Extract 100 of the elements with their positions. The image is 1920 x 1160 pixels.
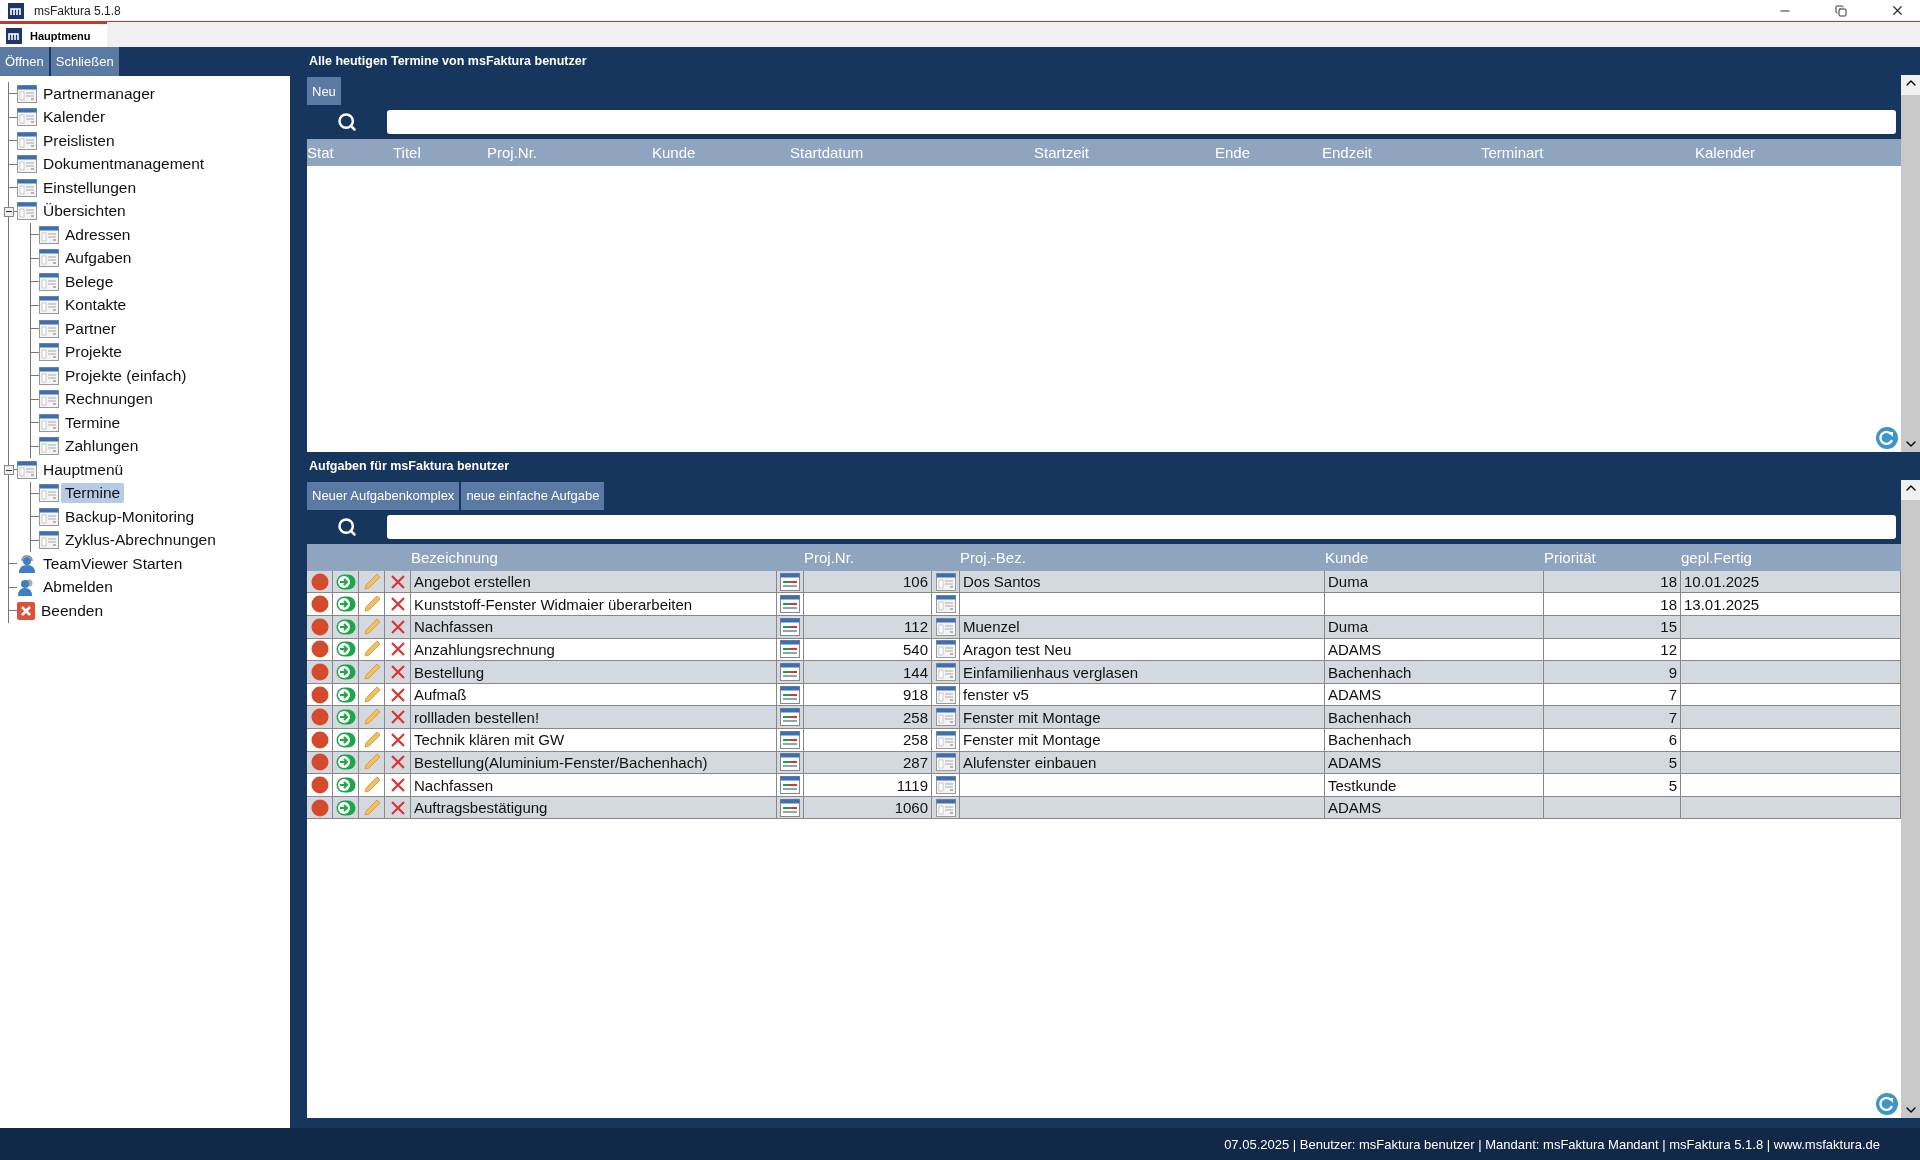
project-icon	[935, 572, 956, 591]
table-row[interactable]: Anzahlungsrechnung 540 Aragon test Neu ADAMS 12	[307, 638, 1901, 662]
table-cell: Bachenhach	[1325, 661, 1544, 683]
collapse-toggle[interactable]	[4, 465, 14, 475]
toolbar-button[interactable]: Neuer Aufgabenkomplex	[307, 481, 460, 510]
planner-icon[interactable]	[780, 776, 800, 795]
table-row[interactable]: rollladen bestellen! 258 Fenster mit Montage Bachenhach 7	[307, 706, 1901, 730]
tree-item[interactable]: Termine	[61, 412, 125, 433]
tree-item[interactable]: Kontakte	[61, 295, 131, 316]
arrow-right-icon[interactable]	[335, 664, 356, 681]
table-cell: 9	[1544, 661, 1681, 683]
table-cell: 15	[1544, 616, 1681, 638]
new-button[interactable]: Neu	[307, 77, 341, 105]
search-field[interactable]	[387, 110, 1896, 134]
scrollbar[interactable]	[1901, 75, 1920, 452]
scrollbar[interactable]	[1901, 479, 1920, 1118]
arrow-right-icon[interactable]	[335, 731, 356, 748]
status-dot-icon	[310, 572, 329, 591]
planner-icon[interactable]	[780, 753, 800, 772]
project-icon	[935, 640, 956, 659]
search-icon[interactable]	[337, 516, 357, 537]
arrow-right-icon[interactable]	[335, 799, 356, 816]
tree-item[interactable]: Adressen	[61, 224, 135, 245]
tree-item[interactable]: Dokumentmanagement	[39, 154, 209, 175]
arrow-right-icon[interactable]	[335, 641, 356, 658]
table-cell: ADAMS	[1325, 751, 1544, 774]
restore-icon[interactable]	[1835, 4, 1847, 17]
tree-item[interactable]: Projekte	[61, 342, 126, 363]
arrow-right-icon[interactable]	[335, 596, 356, 613]
arrow-right-icon[interactable]	[335, 618, 356, 635]
tree-item[interactable]: Übersichten	[39, 201, 130, 222]
table-row[interactable]: Bestellung(Aluminium-Fenster/Bachenhach) 287 Alufenster einbauen ADAMS 5	[307, 751, 1901, 775]
arrow-right-icon[interactable]	[335, 686, 356, 703]
arrow-right-icon[interactable]	[335, 573, 356, 590]
planner-icon[interactable]	[780, 617, 800, 636]
table-row[interactable]: Kunststoff-Fenster Widmaier überarbeiten 18 13.01.2025	[307, 593, 1901, 617]
search-field[interactable]	[387, 514, 1896, 539]
tree-item[interactable]: Backup-Monitoring	[61, 506, 199, 527]
toolbar-button[interactable]: Öffnen	[0, 47, 49, 76]
delete-icon[interactable]	[389, 799, 406, 816]
table-row[interactable]: Technik klären mit GW 258 Fenster mit Montage Bachenhach 6	[307, 729, 1901, 752]
delete-icon[interactable]	[389, 754, 406, 771]
tree-item[interactable]: Rechnungen	[61, 389, 157, 410]
table-cell: Nachfassen	[411, 774, 777, 796]
tree-item[interactable]: Partner	[61, 318, 120, 339]
arrow-right-icon[interactable]	[335, 754, 356, 771]
table-cell: 18	[1544, 593, 1681, 616]
planner-icon[interactable]	[780, 685, 800, 704]
tree-item[interactable]: Partnermanager	[39, 83, 159, 104]
table-row[interactable]: Aufmaß 918 fenster v5 ADAMS 7	[307, 683, 1901, 707]
planner-icon[interactable]	[780, 640, 800, 659]
table-cell: ADAMS	[1325, 638, 1544, 661]
delete-icon[interactable]	[389, 686, 406, 703]
tree-item[interactable]: Preislisten	[39, 130, 119, 151]
project-icon	[935, 685, 956, 704]
tree-item[interactable]: Abmelden	[39, 577, 117, 598]
planner-icon[interactable]	[780, 798, 800, 817]
toolbar-button[interactable]: neue einfache Aufgabe	[461, 481, 605, 510]
delete-icon[interactable]	[389, 731, 406, 748]
planner-icon[interactable]	[780, 595, 800, 614]
tree-item[interactable]: Kalender	[39, 107, 110, 128]
tree-item[interactable]: Projekte (einfach)	[61, 365, 191, 386]
tree-item[interactable]: Zahlungen	[61, 436, 143, 457]
delete-icon[interactable]	[389, 709, 406, 726]
table-cell: 12	[1544, 638, 1681, 661]
collapse-toggle[interactable]	[4, 206, 14, 217]
table-cell: rollladen bestellen!	[411, 706, 777, 729]
delete-icon[interactable]	[389, 618, 406, 635]
toolbar-button[interactable]: Schließen	[50, 47, 119, 76]
arrow-right-icon[interactable]	[335, 777, 356, 794]
tree-item[interactable]: Belege	[61, 271, 118, 292]
delete-icon[interactable]	[389, 573, 406, 590]
planner-icon[interactable]	[780, 708, 800, 727]
table-row[interactable]: Nachfassen 1119 Testkunde 5	[307, 774, 1901, 797]
tree-item[interactable]: Einstellungen	[39, 177, 141, 198]
search-icon[interactable]	[337, 112, 357, 132]
tree-item[interactable]: Aufgaben	[61, 248, 136, 269]
table-row[interactable]: Auftragsbestätigung 1060 ADAMS	[307, 796, 1901, 820]
tree-item[interactable]: Beenden	[37, 600, 108, 621]
delete-icon[interactable]	[389, 641, 406, 658]
planner-icon[interactable]	[780, 663, 800, 682]
table-cell: 6	[1544, 729, 1681, 751]
tree-item[interactable]: TeamViewer Starten	[39, 553, 187, 574]
tree-item[interactable]: Termine	[61, 483, 125, 504]
table-row[interactable]: Nachfassen 112 Muenzel Duma 15	[307, 616, 1901, 639]
table-cell: Alufenster einbauen	[960, 751, 1325, 774]
table-cell: Dos Santos	[960, 570, 1325, 593]
arrow-right-icon[interactable]	[335, 709, 356, 726]
tab[interactable]: Hauptmenu	[0, 22, 107, 47]
delete-icon[interactable]	[389, 664, 406, 681]
tree-item[interactable]: Zyklus-Abrechnungen	[61, 530, 220, 551]
delete-icon[interactable]	[389, 596, 406, 613]
table-row[interactable]: Angebot erstellen 106 Dos Santos Duma 18 10.01.2025	[307, 570, 1901, 594]
delete-icon[interactable]	[389, 777, 406, 794]
planner-icon[interactable]	[780, 572, 800, 591]
tree-item[interactable]: Hauptmenü	[39, 459, 128, 480]
table-cell: 258	[804, 706, 932, 729]
table-row[interactable]: Bestellung 144 Einfamilienhaus verglasen Bachenhach 9	[307, 661, 1901, 684]
status-dot-icon	[310, 663, 329, 682]
planner-icon[interactable]	[780, 730, 800, 749]
